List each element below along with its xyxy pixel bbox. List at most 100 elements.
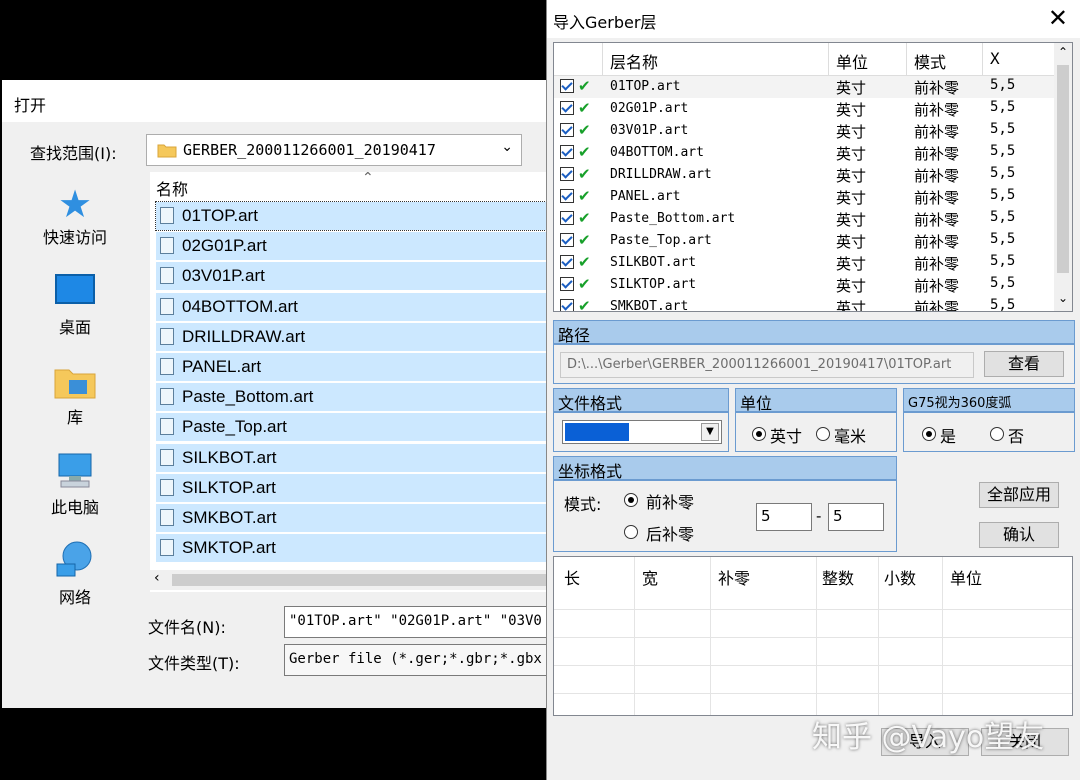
path-section-header: 路径 [553, 320, 1075, 344]
browse-button[interactable]: 查看 [984, 351, 1064, 377]
column-header-unit[interactable]: 单位 [950, 565, 982, 589]
horizontal-scrollbar[interactable]: ‹ [150, 570, 550, 590]
scrollbar-thumb[interactable] [172, 574, 548, 586]
layer-checkbox[interactable] [560, 123, 574, 137]
file-icon [160, 298, 174, 315]
layer-row[interactable]: ✔03V01P.art英寸前补零5,5 [554, 120, 1054, 142]
layer-row[interactable]: ✔SILKBOT.art英寸前补零5,5 [554, 252, 1054, 274]
layer-row[interactable]: ✔SMKBOT.art英寸前补零5,5 [554, 296, 1054, 312]
layer-row[interactable]: ✔04BOTTOM.art英寸前补零5,5 [554, 142, 1054, 164]
scroll-down-icon[interactable]: ⌄ [1058, 291, 1068, 305]
unit-inch-radio[interactable] [752, 427, 766, 441]
file-list-item[interactable]: 03V01P.art [156, 262, 550, 290]
column-header-width[interactable]: 宽 [642, 565, 658, 589]
layer-checkbox[interactable] [560, 255, 574, 269]
chevron-down-icon[interactable]: ⌄ [501, 139, 513, 155]
mode-label: 模式: [564, 491, 601, 515]
decimal-digits-input[interactable]: 5 [828, 503, 884, 531]
layer-checkbox[interactable] [560, 233, 574, 247]
file-name: SMKTOP.art [182, 538, 276, 558]
file-list-item[interactable]: 02G01P.art [156, 232, 550, 260]
column-header-name[interactable]: 名称 [156, 176, 188, 200]
layer-row[interactable]: ✔02G01P.art英寸前补零5,5 [554, 98, 1054, 120]
layer-grid-scrollbar[interactable]: ⌃ ⌄ [1054, 43, 1072, 311]
file-list-item[interactable]: 04BOTTOM.art [156, 293, 550, 321]
layer-checkbox[interactable] [560, 211, 574, 225]
mode-leading-radio[interactable] [624, 493, 638, 507]
sidebar-item-network[interactable]: 网络 [20, 540, 130, 608]
layer-checkbox[interactable] [560, 189, 574, 203]
confirm-button[interactable]: 确认 [979, 522, 1059, 548]
column-header-zero-pad[interactable]: 补零 [718, 565, 750, 589]
integer-digits-input[interactable]: 5 [756, 503, 812, 531]
column-header-unit[interactable]: 单位 [836, 49, 868, 73]
sidebar-item-library[interactable]: 库 [20, 362, 130, 428]
column-header-layer-name[interactable]: 层名称 [610, 49, 658, 73]
layer-name: 01TOP.art [610, 79, 680, 94]
layer-unit: 英寸 [836, 297, 866, 312]
column-header-mode[interactable]: 模式 [914, 49, 946, 73]
column-header-x[interactable]: X [990, 49, 1000, 68]
close-icon[interactable]: ✕ [1048, 4, 1068, 32]
column-header-integer[interactable]: 整数 [822, 565, 854, 589]
layer-row[interactable]: ✔01TOP.art英寸前补零5,5 [554, 76, 1054, 98]
layer-checkbox[interactable] [560, 299, 574, 312]
g75-section: 是 否 [903, 412, 1075, 452]
file-list-item[interactable]: SILKBOT.art [156, 444, 550, 472]
look-in-combo[interactable]: GERBER_200011266001_20190417 ⌄ [146, 134, 522, 166]
path-input[interactable]: D:\...\Gerber\GERBER_200011266001_201904… [560, 352, 974, 378]
scroll-left-icon[interactable]: ‹ [154, 570, 160, 586]
sidebar-item-desktop[interactable]: 桌面 [20, 274, 130, 338]
mode-trailing-label: 后补零 [646, 521, 694, 545]
file-list-item[interactable]: DRILLDRAW.art [156, 323, 550, 351]
file-list-item[interactable]: PANEL.art [156, 353, 550, 381]
layer-checkbox[interactable] [560, 145, 574, 159]
layer-name: 04BOTTOM.art [610, 145, 704, 160]
layer-row[interactable]: ✔Paste_Bottom.art英寸前补零5,5 [554, 208, 1054, 230]
g75-no-label: 否 [1008, 423, 1024, 447]
g75-yes-radio[interactable] [922, 427, 936, 441]
layer-checkbox[interactable] [560, 167, 574, 181]
layer-name: Paste_Bottom.art [610, 211, 735, 226]
layer-unit: 英寸 [836, 121, 866, 142]
file-list-item[interactable]: SMKBOT.art [156, 504, 550, 532]
layer-row[interactable]: ✔PANEL.art英寸前补零5,5 [554, 186, 1054, 208]
filetype-select[interactable]: Gerber file (*.ger;*.gbr;*.gbx [284, 644, 550, 676]
check-icon: ✔ [578, 143, 591, 161]
layer-checkbox[interactable] [560, 277, 574, 291]
layer-mode: 前补零 [914, 231, 959, 252]
file-list: 名称 ⌃ 01TOP.art02G01P.art03V01P.art04BOTT… [150, 172, 550, 592]
sidebar-item-quick-access[interactable]: ★ 快速访问 [20, 184, 130, 248]
layer-checkbox[interactable] [560, 101, 574, 115]
column-header-decimal[interactable]: 小数 [884, 565, 916, 589]
filename-label: 文件名(N): [148, 614, 226, 638]
sidebar-item-this-pc[interactable]: 此电脑 [20, 450, 130, 518]
file-icon [160, 237, 174, 254]
library-folder-icon [53, 362, 97, 400]
unit-mm-radio[interactable] [816, 427, 830, 441]
unit-mm-label: 毫米 [834, 423, 866, 447]
g75-no-radio[interactable] [990, 427, 1004, 441]
file-list-item[interactable]: SMKTOP.art [156, 534, 550, 562]
layer-x: 5,5 [990, 275, 1015, 291]
dropdown-arrow-icon[interactable]: ▼ [701, 423, 719, 441]
file-list-item[interactable]: Paste_Top.art [156, 413, 550, 441]
apply-all-button[interactable]: 全部应用 [979, 482, 1059, 508]
scrollbar-thumb[interactable] [1057, 65, 1069, 273]
file-list-item[interactable]: Paste_Bottom.art [156, 383, 550, 411]
file-list-item[interactable]: 01TOP.art [156, 202, 550, 230]
file-format-select[interactable]: ▼ [562, 420, 722, 444]
layer-mode: 前补零 [914, 275, 959, 296]
layer-row[interactable]: ✔DRILLDRAW.art英寸前补零5,5 [554, 164, 1054, 186]
layer-unit: 英寸 [836, 275, 866, 296]
file-list-item[interactable]: SILKTOP.art [156, 474, 550, 502]
mode-trailing-radio[interactable] [624, 525, 638, 539]
layer-checkbox[interactable] [560, 79, 574, 93]
column-header-length[interactable]: 长 [564, 565, 580, 589]
layer-name: SILKBOT.art [610, 255, 696, 270]
scroll-up-icon[interactable]: ⌃ [1058, 45, 1068, 59]
filename-input[interactable]: "01TOP.art" "02G01P.art" "03V0 [284, 606, 550, 638]
check-icon: ✔ [578, 253, 591, 271]
layer-row[interactable]: ✔SILKTOP.art英寸前补零5,5 [554, 274, 1054, 296]
layer-row[interactable]: ✔Paste_Top.art英寸前补零5,5 [554, 230, 1054, 252]
